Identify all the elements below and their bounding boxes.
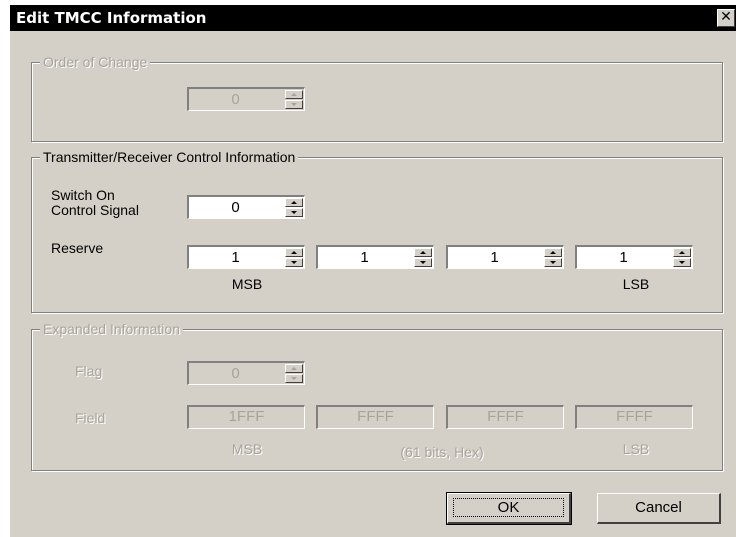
reserve-1-up-button[interactable]	[285, 248, 303, 257]
arrow-down-icon	[679, 261, 685, 264]
close-icon: ✕	[720, 9, 732, 25]
field-label: Field	[75, 410, 106, 426]
field-input-3: FFFF	[446, 405, 564, 429]
reserve-value-2[interactable]: 1	[318, 249, 411, 266]
switch-on-up-button[interactable]	[285, 198, 303, 207]
reserve-value-4[interactable]: 1	[577, 249, 670, 266]
expanded-info-legend: Expanded Information	[40, 321, 183, 337]
reserve-4-down-button[interactable]	[673, 258, 691, 267]
arrow-down-icon	[291, 377, 297, 380]
flag-up-button	[285, 364, 303, 373]
reserve-2-down-button[interactable]	[414, 258, 432, 267]
reserve-3-down-button[interactable]	[544, 258, 562, 267]
flag-label: Flag	[75, 363, 103, 379]
arrow-up-icon	[679, 251, 685, 254]
reserve-value-1[interactable]: 1	[189, 249, 282, 266]
expanded-lsb-label: LSB	[622, 441, 650, 457]
arrow-down-icon	[420, 261, 426, 264]
order-of-change-legend: Order of Change	[40, 54, 151, 70]
dialog-window: Edit TMCC Information ✕ Order of Change …	[9, 4, 736, 537]
arrow-down-icon	[291, 211, 297, 214]
cancel-button[interactable]: Cancel	[597, 493, 721, 524]
switch-on-value[interactable]: 0	[189, 199, 282, 216]
reserve-spinner-3[interactable]: 1	[446, 245, 564, 269]
ok-label: OK	[452, 498, 565, 517]
order-of-change-down-button	[285, 100, 303, 109]
expanded-info-group: Expanded Information	[31, 321, 723, 471]
expanded-msb-label: MSB	[231, 441, 263, 457]
flag-spinner: 0	[187, 361, 305, 385]
order-of-change-group: Order of Change	[31, 54, 723, 142]
reserve-label: Reserve	[51, 240, 104, 256]
switch-on-label-line1: Switch On	[51, 187, 115, 203]
dialog-title: Edit TMCC Information	[16, 9, 207, 27]
reserve-4-up-button[interactable]	[673, 248, 691, 257]
expanded-bits-note: (61 bits, Hex)	[400, 444, 484, 460]
field-input-1: 1FFF	[187, 405, 305, 429]
arrow-up-icon	[550, 251, 556, 254]
flag-value: 0	[231, 365, 240, 382]
flag-down-button	[285, 374, 303, 383]
switch-on-spinner[interactable]: 0	[187, 195, 305, 219]
control-msb-label: MSB	[231, 276, 263, 292]
arrow-up-icon	[291, 251, 297, 254]
reserve-2-up-button[interactable]	[414, 248, 432, 257]
reserve-1-down-button[interactable]	[285, 258, 303, 267]
order-of-change-spinner: 0	[187, 87, 305, 111]
control-info-group: Transmitter/Receiver Control Information	[31, 149, 723, 313]
arrow-down-icon	[550, 261, 556, 264]
reserve-3-up-button[interactable]	[544, 248, 562, 257]
switch-on-label-line2: Control Signal	[51, 202, 139, 218]
arrow-up-icon	[291, 93, 297, 96]
control-lsb-label: LSB	[622, 276, 650, 292]
reserve-spinner-2[interactable]: 1	[316, 245, 434, 269]
arrow-down-icon	[291, 261, 297, 264]
field-input-2: FFFF	[316, 405, 434, 429]
cancel-label: Cancel	[635, 499, 682, 516]
title-bar[interactable]: Edit TMCC Information ✕	[10, 5, 736, 31]
arrow-up-icon	[291, 367, 297, 370]
field-input-4: FFFF	[575, 405, 693, 429]
close-button[interactable]: ✕	[717, 9, 735, 27]
reserve-spinner-4[interactable]: 1	[575, 245, 693, 269]
control-info-legend: Transmitter/Receiver Control Information	[40, 149, 299, 165]
reserve-spinner-1[interactable]: 1	[187, 245, 305, 269]
arrow-up-icon	[291, 201, 297, 204]
ok-button[interactable]: OK	[446, 492, 572, 525]
arrow-up-icon	[420, 251, 426, 254]
order-of-change-up-button	[285, 90, 303, 99]
arrow-down-icon	[291, 103, 297, 106]
order-of-change-value: 0	[231, 91, 240, 108]
switch-on-down-button[interactable]	[285, 208, 303, 217]
reserve-value-3[interactable]: 1	[448, 249, 541, 266]
